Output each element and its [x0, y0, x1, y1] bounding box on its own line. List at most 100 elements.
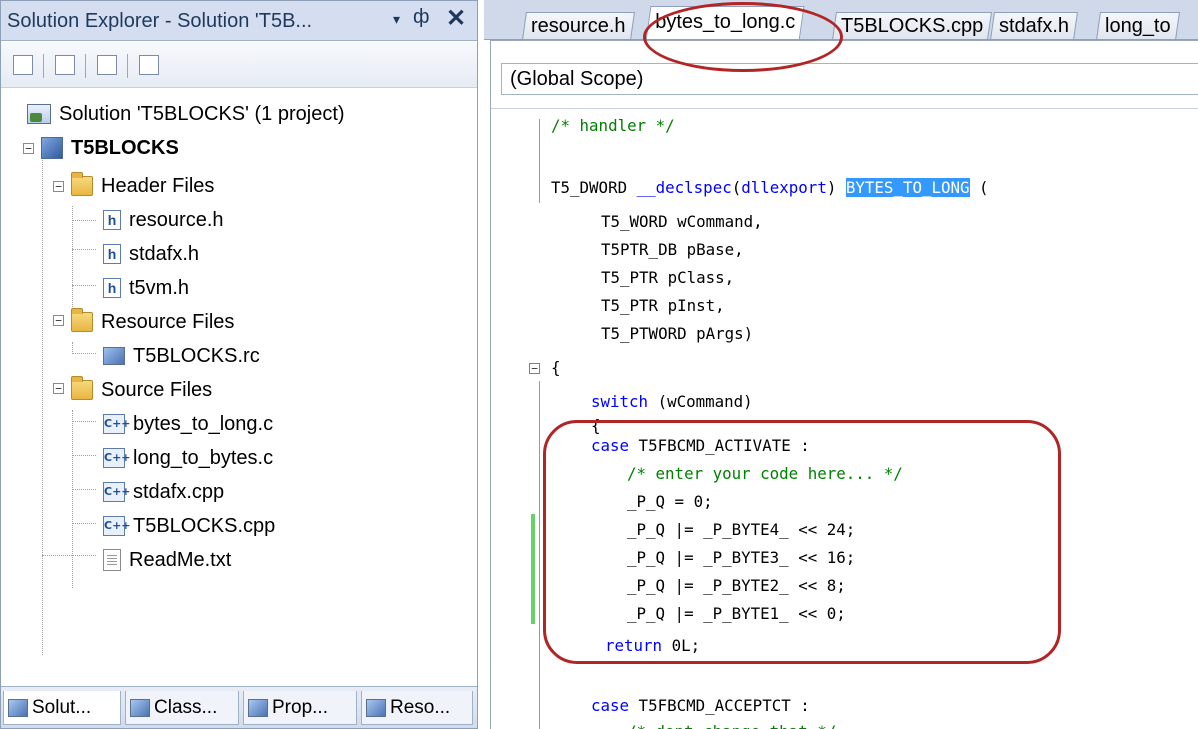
tab-t5blocks-cpp[interactable]: T5BLOCKS.cpp: [832, 12, 993, 39]
tree-line: [42, 149, 43, 655]
solution-explorer-panel: Solution Explorer - Solution 'T5B... ▾ ф…: [0, 0, 478, 729]
outline-bracket: [539, 119, 540, 203]
toolbar-divider: [43, 54, 44, 78]
tree-node-label: Solution 'T5BLOCKS' (1 project): [59, 102, 345, 125]
collapse-region-icon[interactable]: −: [529, 363, 540, 374]
auto-hide-pin-icon[interactable]: ф: [413, 6, 429, 29]
code-keyword: __declspec: [636, 178, 732, 197]
tree-node-resource-files[interactable]: Resource Files: [71, 307, 234, 337]
tree-line: [72, 249, 96, 250]
tree-node-file[interactable]: C++ bytes_to_long.c: [103, 409, 273, 439]
tree-node-file[interactable]: C++ long_to_bytes.c: [103, 443, 273, 473]
property-manager-icon: [248, 698, 268, 717]
view-class-diagram-icon[interactable]: [139, 55, 159, 75]
toolbar-divider: [127, 54, 128, 78]
c-source-file-icon: C++: [103, 448, 131, 468]
change-tracking-bar: [531, 514, 535, 624]
tree-line: [72, 523, 96, 524]
tree-node-label: T5BLOCKS: [71, 136, 179, 159]
tab-resource-view[interactable]: Reso...: [361, 691, 473, 725]
collapse-header-files-icon[interactable]: −: [53, 181, 64, 192]
tree-node-label: ReadMe.txt: [129, 548, 232, 571]
resource-view-icon: [366, 698, 386, 717]
code-token: ): [826, 178, 846, 197]
tab-property-manager[interactable]: Prop...: [243, 691, 357, 725]
header-file-icon: h: [103, 210, 121, 230]
header-file-icon: h: [103, 244, 121, 264]
code-token: T5_DWORD: [551, 178, 637, 197]
tree-node-solution[interactable]: Solution 'T5BLOCKS' (1 project): [27, 99, 345, 129]
collapse-project-icon[interactable]: −: [23, 143, 34, 154]
cpp-source-file-icon: C++: [103, 516, 131, 536]
tree-node-file[interactable]: h resource.h: [103, 205, 224, 235]
header-file-icon: h: [103, 278, 121, 298]
tree-node-label: Header Files: [101, 174, 215, 197]
collapse-source-files-icon[interactable]: −: [53, 383, 64, 394]
refresh-icon[interactable]: [97, 55, 117, 75]
highlight-annotation: [543, 420, 1061, 664]
tree-line: [72, 489, 96, 490]
code-line: T5PTR_DB pBase,: [601, 240, 744, 259]
solution-explorer-icon: [8, 698, 28, 717]
tree-node-label: long_to_bytes.c: [133, 446, 274, 469]
properties-icon[interactable]: [13, 55, 33, 75]
solution-icon: [27, 104, 51, 124]
window-position-dropdown-icon[interactable]: ▾: [393, 11, 400, 28]
highlight-annotation: [643, 2, 843, 72]
resource-file-icon: [103, 347, 125, 365]
folder-icon: [71, 308, 93, 332]
tree-line: [72, 421, 96, 422]
tab-resource-h[interactable]: resource.h: [522, 12, 635, 39]
tree-node-label: resource.h: [129, 208, 224, 231]
code-line: T5_WORD wCommand,: [601, 212, 763, 231]
code-keyword: case: [591, 696, 630, 715]
tree-node-label: T5BLOCKS.cpp: [133, 514, 276, 537]
tree-node-label: stdafx.cpp: [133, 480, 225, 503]
code-line: /* handler */: [551, 116, 675, 135]
tab-solution-explorer[interactable]: Solut...: [3, 691, 121, 725]
tab-class-view[interactable]: Class...: [125, 691, 239, 725]
tree-node-file[interactable]: h stdafx.h: [103, 239, 199, 269]
tree-node-file[interactable]: C++ stdafx.cpp: [103, 477, 224, 507]
tab-label: Prop...: [272, 696, 328, 718]
code-line: case T5FBCMD_ACCEPTCT :: [591, 695, 810, 717]
tab-label: Class...: [154, 696, 218, 718]
tree-node-label: Resource Files: [101, 310, 235, 333]
tree-node-file[interactable]: C++ T5BLOCKS.cpp: [103, 511, 275, 541]
tree-node-label: T5BLOCKS.rc: [133, 344, 260, 367]
tree-line: [72, 410, 73, 588]
tab-label: Solut...: [32, 696, 92, 718]
tree-node-source-files[interactable]: Source Files: [71, 375, 212, 405]
code-line: T5_DWORD __declspec(dllexport) BYTES_TO_…: [551, 177, 989, 199]
code-line: {: [551, 358, 561, 377]
project-icon: [41, 137, 63, 159]
tab-label: Reso...: [390, 696, 451, 718]
show-all-files-icon[interactable]: [55, 55, 75, 75]
text-file-icon: [103, 549, 121, 571]
code-token: (: [969, 178, 989, 197]
tree-node-file[interactable]: T5BLOCKS.rc: [103, 341, 260, 371]
code-line: T5_PTR pInst,: [601, 296, 725, 315]
collapse-resource-files-icon[interactable]: −: [53, 315, 64, 326]
solution-explorer-toolbar: [1, 42, 477, 88]
code-keyword: switch: [591, 392, 649, 411]
tab-label: resource.h: [531, 15, 626, 37]
outline-bracket: [539, 381, 540, 729]
code-token: T5FBCMD_ACCEPTCT :: [629, 696, 810, 715]
tab-stdafx-h[interactable]: stdafx.h: [990, 12, 1079, 39]
tree-node-label: stdafx.h: [129, 242, 200, 265]
tree-node-file[interactable]: h t5vm.h: [103, 273, 189, 303]
close-icon[interactable]: ✕: [446, 4, 466, 33]
tree-node-label: Source Files: [101, 378, 213, 401]
code-line: switch (wCommand): [591, 391, 753, 413]
tree-node-header-files[interactable]: Header Files: [71, 171, 214, 201]
tab-long-to-bytes[interactable]: long_to: [1096, 12, 1180, 39]
tree-node-label: bytes_to_long.c: [133, 412, 274, 435]
tree-line: [72, 285, 96, 286]
scope-dropdown[interactable]: (Global Scope): [501, 63, 1198, 95]
tree-line: [72, 353, 96, 354]
code-token: (wCommand): [648, 392, 753, 411]
tree-node-project[interactable]: T5BLOCKS: [41, 133, 179, 163]
c-source-file-icon: C++: [103, 414, 131, 434]
tree-node-file[interactable]: ReadMe.txt: [103, 545, 231, 575]
